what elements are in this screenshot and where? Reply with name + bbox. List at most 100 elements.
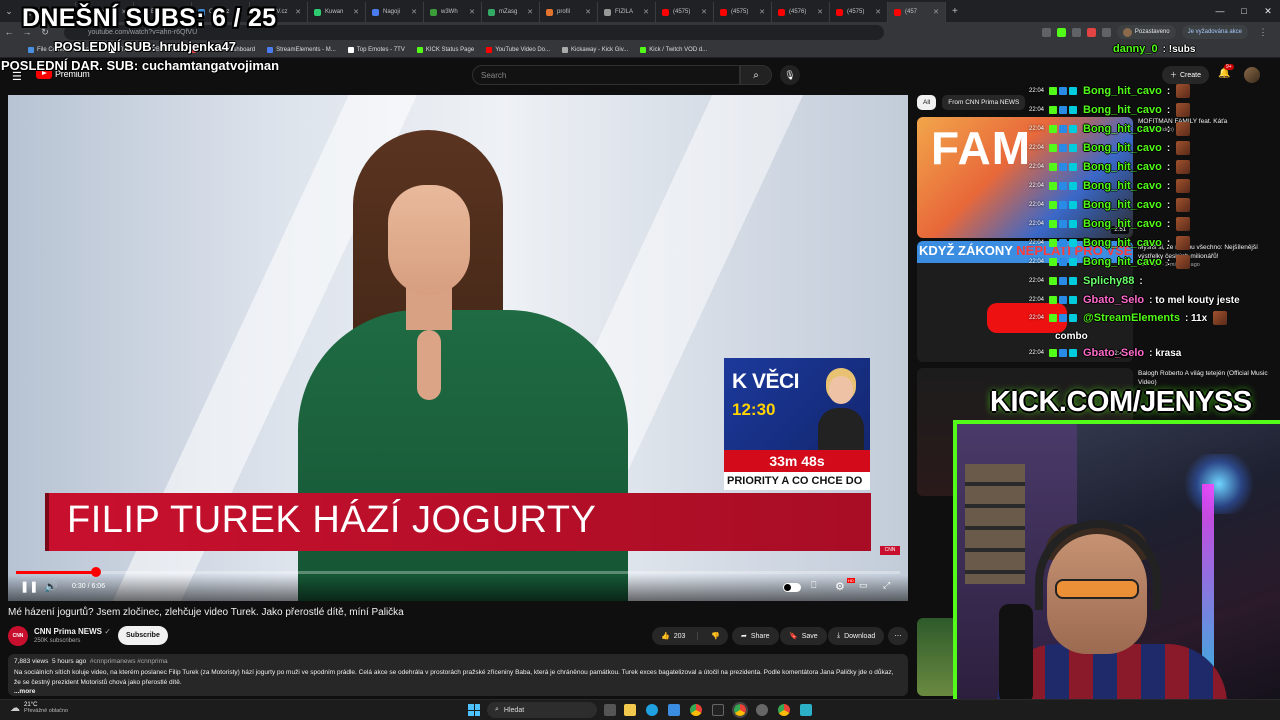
- store-icon[interactable]: [668, 704, 680, 716]
- terminal-icon[interactable]: [712, 704, 724, 716]
- browser-tab[interactable]: mZasg ✕: [482, 2, 540, 22]
- bookmark-item[interactable]: KICK Status Page: [416, 46, 474, 53]
- progress-bar[interactable]: [16, 567, 900, 577]
- bookmark-item[interactable]: YouTube Video Do...: [486, 46, 550, 53]
- bookmark-item[interactable]: Kickaway - Kick Giv...: [562, 46, 628, 53]
- chat-text: :: [1166, 85, 1171, 97]
- chat-badge-icon: [1069, 296, 1077, 304]
- video-player[interactable]: K VĚCI 12:30 33m 48s PRIORITY A CO CHCE …: [8, 95, 908, 601]
- app-icon[interactable]: [800, 704, 812, 716]
- bookmark-item[interactable]: Kick / Twitch VOD d...: [640, 46, 707, 53]
- notifications-button[interactable]: 🔔 9+: [1218, 64, 1234, 79]
- maximize-icon[interactable]: □: [1232, 0, 1256, 22]
- voice-search-button[interactable]: 🎙: [780, 65, 800, 85]
- extension-icon[interactable]: [1086, 27, 1096, 37]
- app-icon[interactable]: [756, 704, 768, 716]
- account-avatar[interactable]: [1244, 67, 1260, 83]
- tab-close-icon[interactable]: ✕: [875, 8, 881, 16]
- tab-search-icon[interactable]: ⌄: [0, 6, 18, 17]
- browser-tab[interactable]: FIZILA ✕: [598, 2, 656, 22]
- subscribe-button[interactable]: Subscribe: [118, 626, 168, 645]
- profile-button[interactable]: Pozastaveno: [1116, 25, 1176, 39]
- browser-tab[interactable]: (4575) ✕: [714, 2, 772, 22]
- chat-badge-icon: [1059, 87, 1067, 95]
- settings-gear-icon[interactable]: ⚙: [835, 580, 845, 593]
- download-button[interactable]: ⤓ Download: [828, 627, 885, 645]
- tab-close-icon[interactable]: ✕: [527, 8, 533, 16]
- description-box[interactable]: 7,883 views 5 hours ago #cnnprimanews #c…: [8, 654, 908, 696]
- subtitles-icon[interactable]: ⎕: [811, 580, 816, 591]
- hashtags[interactable]: #cnnprimanews #cnnprima: [90, 658, 168, 665]
- tab-close-icon[interactable]: ✕: [353, 8, 359, 16]
- channel-avatar[interactable]: CNN: [8, 626, 28, 646]
- chrome-active-icon[interactable]: [732, 702, 748, 718]
- like-button[interactable]: 👍 203: [652, 632, 698, 640]
- browser-tab[interactable]: (4575) ✕: [656, 2, 714, 22]
- show-more-link[interactable]: ...more: [14, 688, 902, 695]
- tab-close-icon[interactable]: ✕: [585, 8, 591, 16]
- chat-timestamp: 22:04: [1029, 297, 1045, 303]
- tab-close-icon[interactable]: ✕: [701, 8, 707, 16]
- new-tab-icon[interactable]: +: [952, 6, 958, 17]
- tab-close-icon[interactable]: ✕: [817, 8, 823, 16]
- extension-icon[interactable]: [1101, 27, 1111, 37]
- chat-message: 22:04 Bong_hit_cavo:: [1029, 139, 1191, 157]
- fullscreen-icon[interactable]: ⤢: [883, 580, 890, 591]
- chat-badge-icon: [1069, 144, 1077, 152]
- sync-button[interactable]: Je vyžadována akce: [1181, 25, 1248, 39]
- share-button[interactable]: ➦ Share: [732, 627, 779, 645]
- extension-icon[interactable]: [1071, 27, 1081, 37]
- browser-tab[interactable]: (4576) ✕: [772, 2, 830, 22]
- chat-text: :: [1139, 275, 1143, 287]
- tab-close-icon[interactable]: ✕: [295, 8, 301, 16]
- pause-icon[interactable]: ❚❚: [20, 580, 38, 593]
- theater-mode-icon[interactable]: ▭: [859, 580, 868, 591]
- search-input[interactable]: Search: [472, 65, 740, 85]
- autoplay-toggle[interactable]: [783, 583, 801, 592]
- back-icon[interactable]: ←: [0, 27, 18, 37]
- dislike-button[interactable]: 👎: [702, 632, 720, 640]
- tab-close-icon[interactable]: ✕: [469, 8, 475, 16]
- chrome-icon[interactable]: [690, 704, 702, 716]
- chip-from-channel[interactable]: From CNN Prima NEWS: [942, 95, 1026, 110]
- extension-icon[interactable]: [1056, 27, 1066, 37]
- search-button[interactable]: ⌕: [740, 65, 772, 85]
- channel-name[interactable]: CNN Prima NEWS ✓: [34, 627, 111, 636]
- task-view-icon[interactable]: [604, 704, 616, 716]
- browser-menu-icon[interactable]: ⋮: [1254, 27, 1272, 38]
- chat-emote-icon: [1176, 236, 1191, 250]
- more-actions-button[interactable]: ⋯: [888, 627, 908, 645]
- tab-close-icon[interactable]: ✕: [411, 8, 417, 16]
- save-button[interactable]: 🔖 Save: [780, 627, 827, 645]
- bookmark-item[interactable]: Top Emotes - 7TV: [347, 46, 405, 53]
- bookmark-item[interactable]: StreamElements - M...: [267, 46, 336, 53]
- recommendation-thumbnail[interactable]: [917, 618, 957, 696]
- weather-widget[interactable]: ☁ 21°C Převážně oblačno: [10, 702, 68, 714]
- tab-close-icon[interactable]: ✕: [933, 8, 939, 16]
- browser-tab[interactable]: Kuwan ✕: [308, 2, 366, 22]
- windows-start-icon[interactable]: [468, 704, 480, 716]
- tab-close-icon[interactable]: ✕: [759, 8, 765, 16]
- bookmark-favicon-icon: [347, 46, 354, 53]
- edge-icon[interactable]: [646, 704, 658, 716]
- chrome-icon[interactable]: [778, 704, 790, 716]
- browser-tab[interactable]: (457 ✕: [888, 2, 946, 22]
- browser-tab[interactable]: Nagoji ✕: [366, 2, 424, 22]
- chip-all[interactable]: All: [917, 95, 937, 110]
- minimize-icon[interactable]: —: [1208, 0, 1232, 22]
- chat-badge-icon: [1069, 87, 1077, 95]
- taskbar-search[interactable]: ⌕ Hledat: [487, 702, 597, 718]
- browser-tab[interactable]: (4575) ✕: [830, 2, 888, 22]
- like-dislike-group: 👍 203 👎: [652, 627, 728, 645]
- browser-tab[interactable]: w3Wh ✕: [424, 2, 482, 22]
- file-explorer-icon[interactable]: [624, 704, 636, 716]
- progress-scrubber[interactable]: [90, 567, 101, 577]
- close-icon[interactable]: ✕: [1256, 0, 1280, 22]
- extension-icon[interactable]: [1041, 27, 1051, 37]
- tab-close-icon[interactable]: ✕: [643, 8, 649, 16]
- browser-tab[interactable]: profil ✕: [540, 2, 598, 22]
- recommendation-meta[interactable]: Balogh Roberto A világ tetején (Official…: [1138, 369, 1270, 387]
- volume-icon[interactable]: 🔊: [44, 580, 58, 593]
- chat-text: : 11x: [1184, 312, 1208, 324]
- description-text: Na sociálních sítích koluje video, na kt…: [14, 669, 894, 686]
